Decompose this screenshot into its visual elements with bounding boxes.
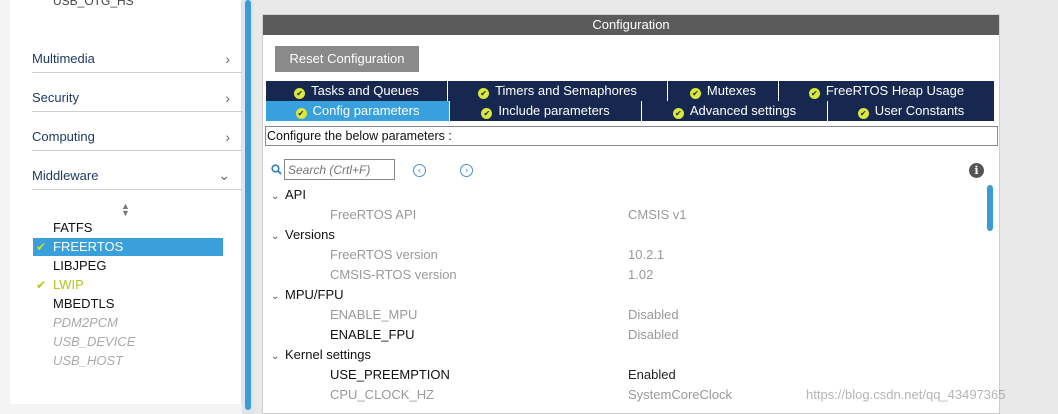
middleware-item-freertos[interactable]: ✔ FREERTOS bbox=[33, 238, 223, 256]
tab-advanced-settings[interactable]: ✔ Advanced settings bbox=[642, 101, 828, 121]
sort-icon[interactable]: ▲ ▼ bbox=[121, 202, 130, 218]
configuration-header: Configuration bbox=[263, 15, 999, 35]
middleware-item-mbedtls[interactable]: MBEDTLS bbox=[33, 295, 223, 313]
right-panel: Configuration Reset Configuration ✔ Tasks… bbox=[254, 0, 1058, 414]
param-name[interactable]: FreeRTOS API bbox=[330, 207, 416, 222]
group-api[interactable]: ⌄ API bbox=[271, 187, 306, 202]
middleware-item-label: FREERTOS bbox=[53, 239, 124, 254]
tab-tasks-and-queues[interactable]: ✔ Tasks and Queues bbox=[266, 81, 448, 101]
tree-item-usb-otg-hs[interactable]: USB_OTG_HS bbox=[53, 0, 134, 8]
sidebar-scrollbar[interactable] bbox=[245, 0, 251, 410]
middleware-item-fatfs[interactable]: FATFS bbox=[33, 219, 223, 237]
check-circle-icon: ✔ bbox=[808, 88, 820, 99]
watermark: https://blog.csdn.net/qq_43497365 bbox=[806, 387, 1006, 402]
tab-timers-and-semaphores[interactable]: ✔ Timers and Semaphores bbox=[448, 81, 668, 101]
param-name[interactable]: FreeRTOS version bbox=[330, 247, 438, 262]
param-name[interactable]: ENABLE_MPU bbox=[330, 307, 417, 322]
tab-label: Timers and Semaphores bbox=[495, 83, 637, 98]
category-middleware[interactable]: Middleware ⌄ bbox=[32, 162, 244, 190]
group-label: Kernel settings bbox=[285, 347, 371, 362]
configure-hint: Configure the below parameters : bbox=[265, 126, 998, 146]
chevron-down-icon: ⌄ bbox=[271, 191, 280, 202]
scrollbar-thumb[interactable] bbox=[987, 185, 993, 231]
group-versions[interactable]: ⌄ Versions bbox=[271, 227, 335, 242]
tab-config-parameters[interactable]: ✔ Config parameters bbox=[266, 101, 450, 121]
group-label: MPU/FPU bbox=[285, 287, 344, 302]
check-icon: ✔ bbox=[36, 240, 47, 254]
middleware-item-usb-device[interactable]: USB_DEVICE bbox=[33, 333, 223, 351]
param-value[interactable]: SystemCoreClock bbox=[628, 387, 732, 402]
middleware-item-pdm2pcm[interactable]: PDM2PCM bbox=[33, 314, 223, 332]
chevron-right-icon: › bbox=[225, 51, 230, 67]
check-circle-icon: ✔ bbox=[295, 108, 307, 119]
tab-mutexes[interactable]: ✔ Mutexes bbox=[668, 81, 779, 101]
param-value[interactable]: 1.02 bbox=[628, 267, 653, 282]
tab-user-constants[interactable]: ✔ User Constants bbox=[828, 101, 994, 121]
middleware-item-label: USB_DEVICE bbox=[53, 334, 136, 349]
tab-label: User Constants bbox=[874, 103, 965, 118]
check-icon: ✔ bbox=[36, 278, 47, 292]
tab-label: FreeRTOS Heap Usage bbox=[825, 83, 965, 98]
chevron-down-icon: ⌄ bbox=[271, 231, 280, 242]
middleware-item-label: MBEDTLS bbox=[53, 296, 115, 311]
tab-label: Include parameters bbox=[498, 103, 610, 118]
reset-configuration-button[interactable]: Reset Configuration bbox=[275, 46, 419, 72]
check-circle-icon: ✔ bbox=[478, 88, 490, 99]
middleware-item-label: FATFS bbox=[53, 220, 93, 235]
info-icon[interactable]: i bbox=[969, 163, 984, 178]
tab-label: Advanced settings bbox=[689, 103, 797, 118]
middleware-item-label: PDM2PCM bbox=[53, 315, 119, 330]
middleware-item-label: LIBJPEG bbox=[53, 258, 107, 273]
check-circle-icon: ✔ bbox=[857, 108, 869, 119]
group-label: API bbox=[285, 187, 306, 202]
chevron-right-icon: › bbox=[225, 129, 230, 145]
chevron-down-icon: ⌄ bbox=[271, 351, 280, 362]
param-name[interactable]: CPU_CLOCK_HZ bbox=[330, 387, 434, 402]
middleware-item-label: USB_HOST bbox=[53, 353, 124, 368]
middleware-item-label: LWIP bbox=[53, 277, 84, 292]
param-value[interactable]: CMSIS v1 bbox=[628, 207, 687, 222]
tab-include-parameters[interactable]: ✔ Include parameters bbox=[450, 101, 642, 121]
previous-match-icon[interactable]: ‹ bbox=[413, 164, 426, 177]
group-mpu-fpu[interactable]: ⌄ MPU/FPU bbox=[271, 287, 344, 302]
check-circle-icon: ✔ bbox=[294, 88, 306, 99]
tab-label: Config parameters bbox=[312, 103, 420, 118]
configuration-panel: Configuration Reset Configuration ✔ Tasks… bbox=[262, 14, 1000, 414]
check-circle-icon: ✔ bbox=[689, 88, 701, 99]
param-value[interactable]: Enabled bbox=[628, 367, 676, 382]
next-match-icon[interactable]: › bbox=[460, 164, 473, 177]
param-value[interactable]: Disabled bbox=[628, 307, 679, 322]
left-panel: USB_OTG_HS Multimedia › Security › Compu… bbox=[0, 0, 244, 414]
chevron-down-icon: ⌄ bbox=[218, 167, 230, 183]
category-label: Multimedia bbox=[32, 51, 95, 66]
search-icon bbox=[271, 164, 282, 175]
param-value[interactable]: 10.2.1 bbox=[628, 247, 664, 262]
check-circle-icon: ✔ bbox=[481, 108, 493, 119]
category-label: Computing bbox=[32, 129, 95, 144]
category-computing[interactable]: Computing › bbox=[32, 123, 244, 151]
search-input[interactable] bbox=[284, 159, 395, 180]
category-label: Middleware bbox=[32, 168, 99, 183]
group-label: Versions bbox=[285, 227, 335, 242]
middleware-item-lwip[interactable]: ✔ LWIP bbox=[33, 276, 223, 294]
param-name[interactable]: CMSIS-RTOS version bbox=[330, 267, 457, 282]
middleware-item-libjpeg[interactable]: LIBJPEG bbox=[33, 257, 223, 275]
check-circle-icon: ✔ bbox=[672, 108, 684, 119]
category-multimedia[interactable]: Multimedia › bbox=[32, 45, 244, 73]
chevron-down-icon: ⌄ bbox=[271, 291, 280, 302]
param-value[interactable]: Disabled bbox=[628, 327, 679, 342]
chevron-right-icon: › bbox=[225, 90, 230, 106]
tab-freertos-heap-usage[interactable]: ✔ FreeRTOS Heap Usage bbox=[779, 81, 994, 101]
group-kernel-settings[interactable]: ⌄ Kernel settings bbox=[271, 347, 371, 362]
middleware-item-usb-host[interactable]: USB_HOST bbox=[33, 352, 223, 370]
category-security[interactable]: Security › bbox=[32, 84, 244, 112]
tab-label: Mutexes bbox=[706, 83, 757, 98]
category-label: Security bbox=[32, 90, 79, 105]
tab-label: Tasks and Queues bbox=[311, 83, 419, 98]
param-name[interactable]: ENABLE_FPU bbox=[330, 327, 415, 342]
panel-splitter[interactable] bbox=[242, 0, 254, 414]
param-name[interactable]: USE_PREEMPTION bbox=[330, 367, 450, 382]
parameter-scrollbar[interactable] bbox=[987, 185, 995, 413]
